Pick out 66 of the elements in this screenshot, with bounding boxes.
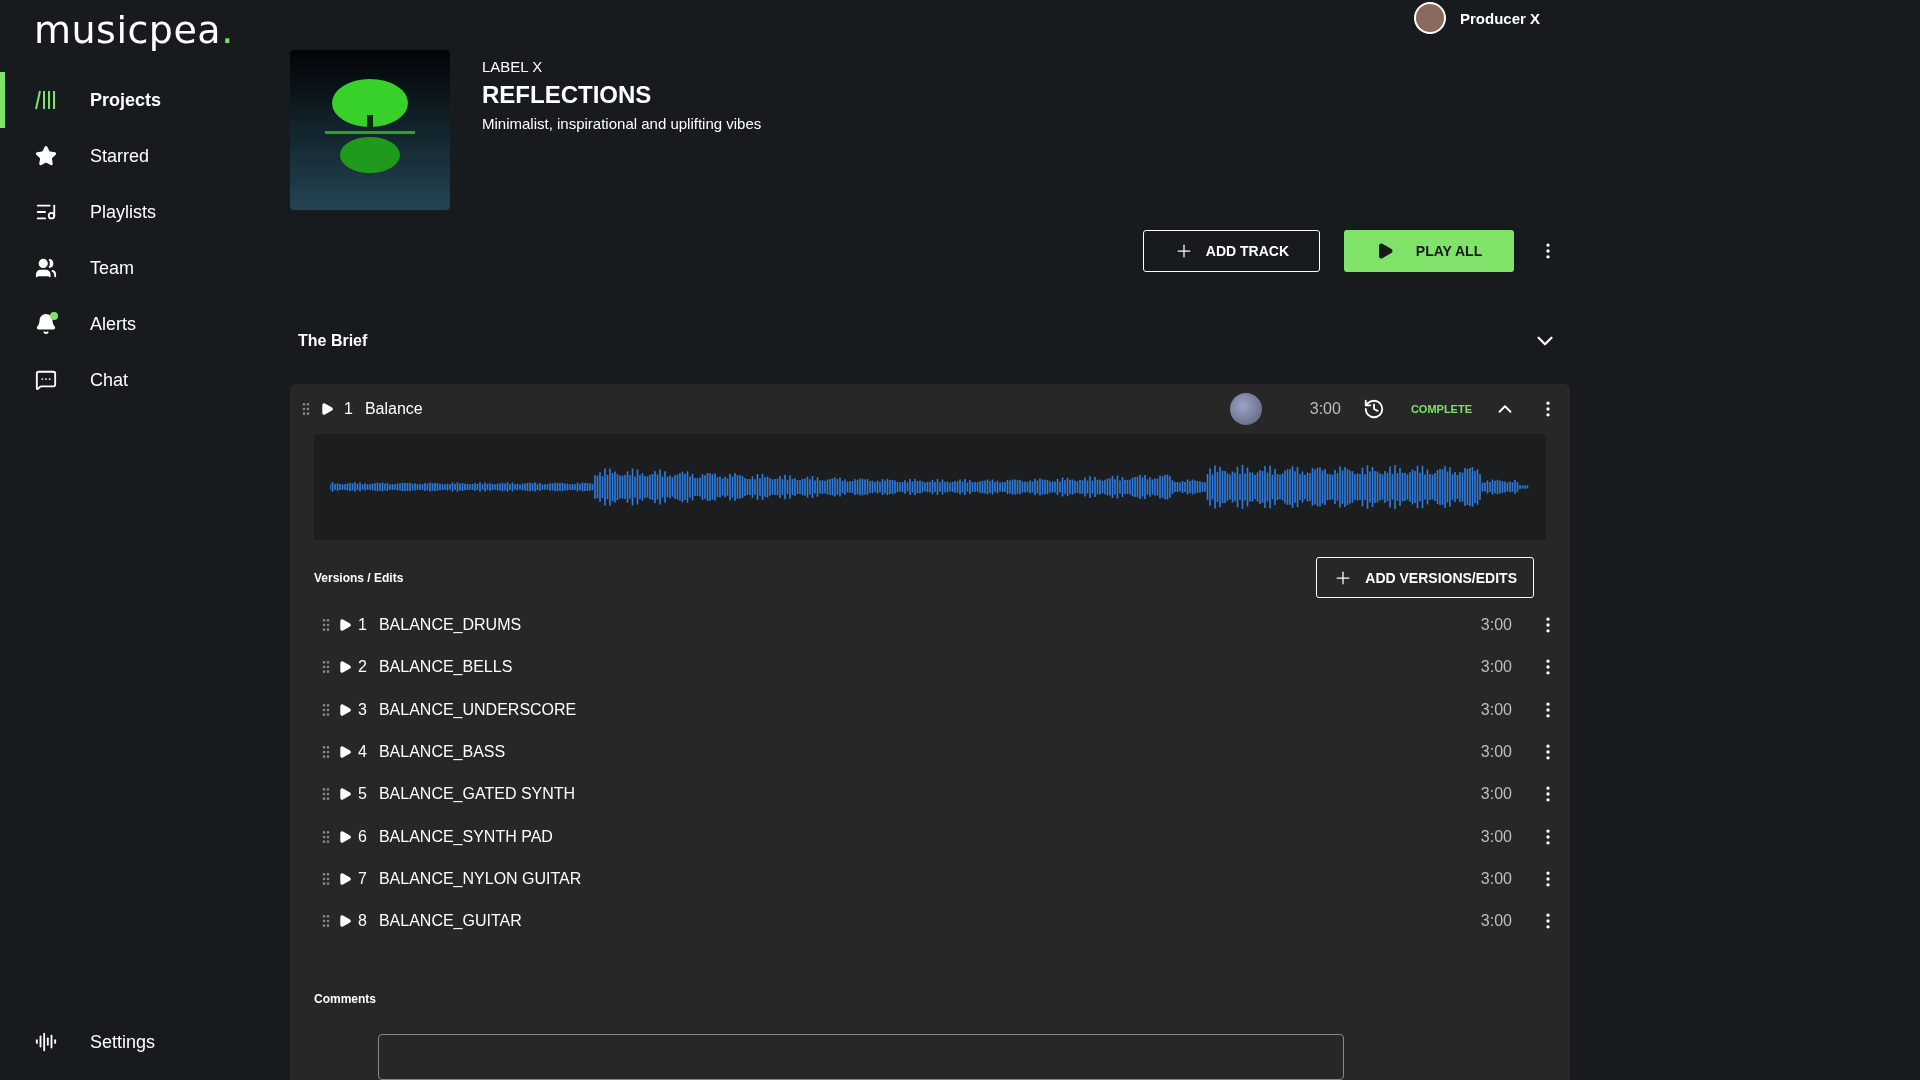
version-title: BALANCE_NYLON GUITAR — [378, 869, 582, 888]
sidebar-item[interactable]: Alerts — [0, 296, 270, 352]
user-name[interactable]: Producer X — [1459, 9, 1540, 27]
versions-title: Versions / Edits — [314, 570, 404, 585]
track-title: Balance — [364, 400, 423, 418]
team-icon — [35, 257, 57, 279]
sidebar-item[interactable]: Settings — [0, 1014, 270, 1070]
add-track-button[interactable]: ADD TRACK — [1142, 230, 1320, 272]
version-number: 2 — [358, 658, 367, 677]
sidebar-item[interactable]: Chat — [0, 352, 270, 408]
version-duration: 3:00 — [1480, 869, 1512, 888]
play-icon[interactable] — [338, 787, 352, 802]
version-duration: 3:00 — [1480, 912, 1512, 931]
comment-field[interactable] — [378, 1034, 1344, 1080]
version-title: BALANCE_BELLS — [378, 658, 513, 677]
version-number: 5 — [358, 785, 367, 804]
project-description: Minimalist, inspirational and uplifting vibes — [482, 115, 762, 132]
version-number: 6 — [358, 827, 367, 846]
track-thumbnail — [1229, 393, 1262, 425]
play-icon[interactable] — [338, 871, 352, 886]
bars-icon — [35, 89, 57, 111]
play-icon[interactable] — [320, 402, 334, 416]
version-number: 1 — [358, 616, 367, 635]
play-icon[interactable] — [338, 745, 352, 760]
version-number: 7 — [358, 869, 367, 888]
version-duration: 3:00 — [1480, 743, 1512, 762]
version-title: BALANCE_SYNTH PAD — [378, 827, 553, 846]
play-icon[interactable] — [338, 660, 352, 675]
play-icon[interactable] — [338, 618, 352, 633]
comments-title: Comments — [314, 992, 377, 1007]
version-number: 8 — [358, 912, 367, 931]
brief-title[interactable]: The Brief — [298, 332, 368, 350]
status-label: COMPLETE — [1410, 403, 1472, 415]
version-duration: 3:00 — [1480, 616, 1512, 635]
add-versions-button[interactable]: ADD VERSIONS/EDITS — [1316, 557, 1534, 598]
track-duration: 3:00 — [1309, 400, 1341, 418]
bell-icon — [35, 313, 57, 335]
settings-icon — [35, 1031, 57, 1053]
play-icon[interactable] — [338, 702, 352, 717]
sidebar-item[interactable]: Playlists — [0, 184, 270, 240]
play-icon[interactable] — [338, 829, 352, 844]
version-duration: 3:00 — [1480, 700, 1512, 719]
logo[interactable]: musicpea. — [0, 0, 234, 60]
chat-icon — [35, 369, 57, 391]
version-duration: 3:00 — [1480, 827, 1512, 846]
version-title: BALANCE_UNDERSCORE — [378, 700, 577, 719]
version-number: 4 — [358, 743, 367, 762]
version-title: BALANCE_GUITAR — [378, 912, 522, 931]
sidebar-item[interactable]: Team — [0, 240, 270, 296]
sidebar-item[interactable]: Projects — [0, 72, 270, 128]
version-title: BALANCE_BASS — [378, 743, 506, 762]
project-title: REFLECTIONS — [482, 81, 653, 109]
version-duration: 3:00 — [1480, 785, 1512, 804]
play-icon[interactable] — [338, 914, 352, 929]
version-duration: 3:00 — [1480, 658, 1512, 677]
version-title: BALANCE_DRUMS — [378, 616, 522, 635]
star-icon — [35, 145, 57, 167]
track-number: 1 — [344, 400, 353, 418]
play-all-button[interactable]: PLAY ALL — [1344, 230, 1514, 272]
waveform-panel[interactable] — [314, 434, 1546, 540]
version-title: BALANCE_GATED SYNTH — [378, 785, 576, 804]
user-avatar[interactable] — [1413, 2, 1446, 34]
sidebar-item[interactable]: Starred — [0, 128, 270, 184]
history-icon[interactable] — [1362, 398, 1385, 420]
label-name: LABEL X — [482, 58, 544, 75]
version-number: 3 — [358, 700, 367, 719]
